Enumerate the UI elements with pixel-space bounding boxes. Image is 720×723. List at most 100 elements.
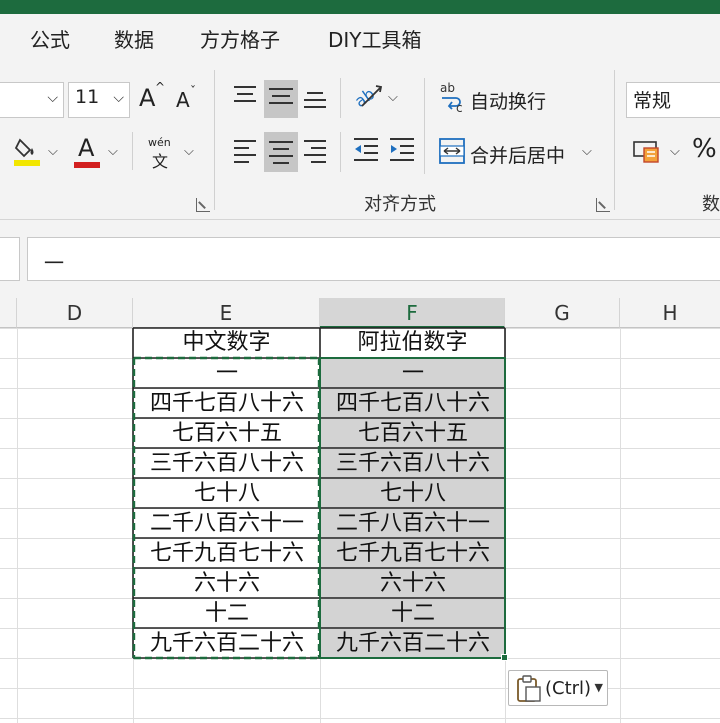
number-group-label: 数 <box>702 194 720 215</box>
alignment-group-label: 对齐方式 <box>364 194 436 215</box>
table-cell-arabic[interactable]: 七百六十五 <box>321 419 505 448</box>
alignment-dialog-launcher[interactable] <box>596 198 610 212</box>
table-cell-chinese[interactable]: 二千八百六十一 <box>134 509 320 538</box>
caret-down-icon: ▼ <box>594 681 603 694</box>
increase-indent-button[interactable] <box>388 134 418 170</box>
table-cell-chinese[interactable]: 三千六百八十六 <box>134 449 320 478</box>
align-right-icon <box>304 140 330 163</box>
increase-font-size-button[interactable]: A ^ <box>137 80 166 118</box>
name-box[interactable] <box>0 237 20 281</box>
table-cell-arabic[interactable]: 七十八 <box>321 479 505 508</box>
tab-fangfang[interactable]: 方方格子 <box>200 24 280 53</box>
orientation-button[interactable]: ab <box>351 78 388 116</box>
font-name-dropdown[interactable]: ⌵ <box>0 82 64 118</box>
table-cell-chinese[interactable]: 七千九百七十六 <box>134 539 320 568</box>
fill-handle[interactable] <box>501 654 508 661</box>
number-format-value: 常规 <box>633 90 672 112</box>
wrap-text-label: 自动换行 <box>470 91 547 113</box>
group-separator <box>214 70 215 210</box>
merge-center-button[interactable]: 合并后居中 <box>438 132 570 172</box>
table-cell-arabic[interactable]: 十二 <box>321 599 505 628</box>
header-cell-chinese[interactable]: 中文数字 <box>133 328 320 358</box>
table-cell-arabic[interactable]: 七千九百七十六 <box>321 539 505 568</box>
caret-down-icon: ˇ <box>190 84 196 98</box>
tab-diy-toolbox[interactable]: DIY工具箱 <box>328 24 422 53</box>
phonetic-bottom: 文 <box>152 152 169 171</box>
bottom-align-icon <box>304 92 330 114</box>
table-cell-chinese[interactable]: 七十八 <box>134 479 320 508</box>
header-cell-arabic[interactable]: 阿拉伯数字 <box>320 328 505 358</box>
row-gridline <box>0 658 720 659</box>
column-header-e[interactable]: E <box>133 298 320 328</box>
table-cell-arabic[interactable]: 一 <box>321 359 505 388</box>
top-align-icon <box>234 86 260 108</box>
formula-value: 一 <box>44 251 64 275</box>
svg-text:ab: ab <box>440 81 455 95</box>
accounting-format-button[interactable] <box>632 136 666 170</box>
title-bar <box>0 0 720 14</box>
chevron-down-icon[interactable]: ⌵ <box>670 144 680 159</box>
divider <box>132 132 133 170</box>
formula-bar-area: 一 <box>0 220 720 298</box>
table-cell-arabic[interactable]: 三千六百八十六 <box>321 449 505 478</box>
font-size-value: 11 <box>75 86 100 108</box>
chevron-down-icon[interactable]: ⌵ <box>184 144 194 159</box>
divider <box>340 78 341 118</box>
table-cell-arabic[interactable]: 六十六 <box>321 569 505 598</box>
table-cell-chinese[interactable]: 一 <box>134 359 320 388</box>
middle-align-button[interactable] <box>264 80 298 118</box>
ribbon: ⌵ 11 ⌵ A ^ A ˇ ⌵ A ⌵ wén 文 ⌵ ab ⌵ ab c 自… <box>0 60 720 220</box>
decrease-indent-button[interactable] <box>352 134 382 170</box>
table-cell-chinese[interactable]: 九千六百二十六 <box>134 629 320 658</box>
wrap-text-icon: ab c <box>440 81 463 114</box>
align-left-icon <box>234 140 260 163</box>
tab-formulas[interactable]: 公式 <box>30 24 70 53</box>
table-cell-chinese[interactable]: 四千七百八十六 <box>134 389 320 418</box>
column-header-g[interactable]: G <box>505 298 620 328</box>
tab-data[interactable]: 数据 <box>114 24 154 53</box>
table-cell-arabic[interactable]: 四千七百八十六 <box>321 389 505 418</box>
table-cell-chinese[interactable]: 十二 <box>134 599 320 628</box>
decrease-font-size-button[interactable]: A ˇ <box>174 82 202 118</box>
divider <box>340 132 341 172</box>
number-format-dropdown[interactable]: 常规 <box>626 82 720 118</box>
align-center-button[interactable] <box>264 132 298 172</box>
percent-style-button[interactable]: % <box>692 134 717 164</box>
chevron-down-icon[interactable]: ⌵ <box>48 144 58 159</box>
bottom-align-button[interactable] <box>300 80 332 116</box>
svg-text:c: c <box>456 101 463 114</box>
row-gridline <box>0 718 720 719</box>
group-separator <box>614 70 615 210</box>
ribbon-tabs: 公式 数据 方方格子 DIY工具箱 <box>0 14 720 60</box>
accounting-format-icon <box>633 141 659 163</box>
column-header-partial[interactable] <box>0 298 17 328</box>
table-cell-chinese[interactable]: 六十六 <box>134 569 320 598</box>
table-cell-arabic[interactable]: 二千八百六十一 <box>321 509 505 538</box>
align-left-button[interactable] <box>230 132 262 170</box>
chevron-down-icon[interactable]: ⌵ <box>582 144 592 159</box>
chevron-down-icon: ⌵ <box>47 90 58 106</box>
font-size-dropdown[interactable]: 11 ⌵ <box>68 82 130 118</box>
caret-up-icon: ^ <box>155 80 166 94</box>
column-header-f[interactable]: F <box>320 298 505 328</box>
table-cell-arabic[interactable]: 九千六百二十六 <box>321 629 505 658</box>
decrease-indent-icon <box>354 138 378 161</box>
phonetic-guide-button[interactable]: wén 文 <box>146 136 178 172</box>
fill-color-button[interactable] <box>12 134 44 170</box>
font-dialog-launcher[interactable] <box>196 198 210 212</box>
font-color-button[interactable]: A <box>72 134 104 170</box>
top-align-button[interactable] <box>230 80 262 116</box>
paste-options-button[interactable]: (Ctrl) ▼ <box>508 670 608 706</box>
column-gridline <box>17 328 18 723</box>
column-header-h[interactable]: H <box>620 298 720 328</box>
table-cell-chinese[interactable]: 七百六十五 <box>134 419 320 448</box>
chevron-down-icon[interactable]: ⌵ <box>108 144 118 159</box>
chevron-down-icon[interactable]: ⌵ <box>388 90 398 105</box>
formula-input[interactable]: 一 <box>27 237 720 281</box>
text-orientation-icon: ab <box>351 84 383 111</box>
spreadsheet-grid[interactable]: D E F G H 中文数字 阿拉伯数字一一四千七百八十六 四千七百八十六 七百六十五… <box>0 298 720 723</box>
align-right-button[interactable] <box>300 132 332 170</box>
merge-center-icon <box>439 138 465 164</box>
column-header-d[interactable]: D <box>17 298 133 328</box>
wrap-text-button[interactable]: ab c 自动换行 <box>438 78 556 118</box>
